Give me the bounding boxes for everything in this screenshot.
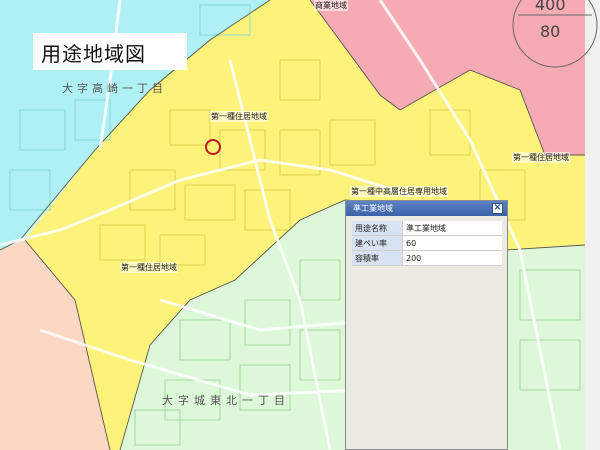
map-title-box: 用途地域図 <box>33 33 187 70</box>
map-title: 用途地域図 <box>41 42 146 66</box>
attribute-key: 用途名称 <box>352 221 403 236</box>
zone-label-2: 第一種住居地域 <box>120 262 178 273</box>
attribute-value: 60 <box>402 235 502 251</box>
zone-label-3: 第一種中高層住居専用地域 <box>350 186 448 197</box>
legend-number-80: 80 <box>540 22 561 41</box>
popup-attribute-table: 用途名称 準工業地域 建ぺい率 60 容積率 200 <box>352 221 502 266</box>
table-row: 容積率 200 <box>352 250 502 266</box>
attribute-key: 容積率 <box>352 250 403 266</box>
popup-title: 準工業地域 <box>353 204 393 213</box>
zone-label-1: 第一種住居地域 <box>210 111 268 122</box>
close-icon: × <box>493 202 502 213</box>
close-button[interactable]: × <box>492 202 503 214</box>
area-label-joto: 大字城東北一丁目 <box>162 394 290 407</box>
attribute-value: 200 <box>402 250 502 266</box>
attribute-value: 準工業地域 <box>402 221 502 236</box>
legend-number-400: 400 <box>535 0 566 14</box>
table-row: 建ぺい率 60 <box>352 235 502 251</box>
map-edge-strip <box>585 0 600 450</box>
info-popup: 準工業地域 × 用途名称 準工業地域 建ぺい率 60 容積率 200 <box>345 200 508 450</box>
popup-header: 準工業地域 × <box>346 201 507 216</box>
attribute-key: 建ぺい率 <box>352 235 403 251</box>
zone-label-4: 第一種住居地域 <box>512 152 570 163</box>
area-label-takasaki: 大字高崎一丁目 <box>62 82 167 95</box>
zone-label-5: 商業地域 <box>314 0 348 11</box>
table-row: 用途名称 準工業地域 <box>352 221 502 236</box>
